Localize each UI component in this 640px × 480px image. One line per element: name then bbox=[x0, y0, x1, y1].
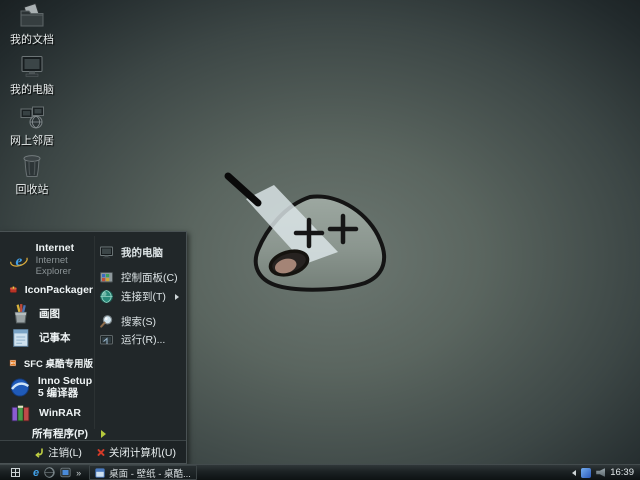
task-button-label: 桌面 - 壁纸 - 桌酷... bbox=[109, 468, 191, 480]
desktop-icon-label: 回收站 bbox=[15, 184, 49, 196]
item-label: 搜索(S) bbox=[121, 316, 156, 328]
desktop-icon-label: 网上邻居 bbox=[10, 135, 54, 147]
start-menu: e Internet Internet Explorer IconPackage… bbox=[0, 231, 187, 464]
item-label: 我的电脑 bbox=[121, 247, 163, 259]
start-menu-item-control-panel[interactable]: 控制面板(C) bbox=[99, 270, 183, 285]
task-button[interactable]: 桌面 - 壁纸 - 桌酷... bbox=[89, 465, 197, 480]
start-menu-footer: 注销(L) 关闭计算机(U) bbox=[0, 440, 186, 463]
connect-to-icon bbox=[100, 290, 113, 303]
tray-clock[interactable]: 16:39 bbox=[610, 467, 634, 478]
sfc-icon: SFC bbox=[9, 359, 17, 367]
start-menu-item-inno-setup[interactable]: Inno Setup 5 编译器 bbox=[9, 375, 93, 399]
item-label: 画图 bbox=[39, 308, 60, 320]
start-menu-item-connect-to[interactable]: 连接到(T) bbox=[99, 289, 183, 304]
shut-down-button[interactable]: 关闭计算机(U) bbox=[96, 445, 176, 460]
start-menu-item-winrar[interactable]: WinRAR bbox=[9, 401, 93, 424]
taskbar: e » 桌面 - 壁纸 - 桌酷... 16:39 bbox=[0, 464, 640, 480]
start-menu-item-iconpackager[interactable]: IconPackager bbox=[9, 278, 93, 301]
start-menu-item-search[interactable]: 搜索(S) bbox=[99, 314, 183, 329]
inno-setup-icon bbox=[10, 378, 30, 397]
desktop-icon-my-computer[interactable]: 我的电脑 bbox=[3, 52, 61, 98]
shut-down-icon bbox=[96, 448, 105, 457]
item-label: Inno Setup 5 编译器 bbox=[37, 375, 93, 400]
paint-icon bbox=[14, 304, 27, 324]
winrar-icon bbox=[11, 405, 30, 422]
run-icon bbox=[100, 335, 113, 345]
desktop-icon-recycle-bin[interactable]: 回收站 bbox=[3, 152, 61, 198]
quick-launch-ie-icon[interactable]: e bbox=[33, 467, 39, 478]
task-button-icon bbox=[95, 467, 105, 478]
start-menu-item-internet[interactable]: e Internet Internet Explorer bbox=[9, 242, 93, 277]
tray-volume-icon[interactable] bbox=[596, 468, 606, 477]
start-menu-item-sfc[interactable]: SFC SFC 桌酷专用版 bbox=[9, 352, 93, 374]
all-programs-arrow-icon bbox=[101, 429, 106, 438]
item-label: WinRAR bbox=[39, 406, 81, 419]
item-label: 运行(R)... bbox=[121, 334, 166, 346]
recycle-bin-icon bbox=[23, 155, 41, 177]
shut-down-label: 关闭计算机(U) bbox=[108, 446, 176, 459]
wallpaper-mascot bbox=[224, 172, 387, 292]
iconpackager-icon bbox=[9, 286, 17, 293]
svg-text:e: e bbox=[15, 252, 22, 269]
item-label: Internet bbox=[35, 242, 75, 254]
desktop-icon-label: 我的文档 bbox=[10, 34, 54, 46]
control-panel-icon bbox=[100, 272, 113, 283]
network-places-icon bbox=[20, 106, 44, 129]
start-menu-column-divider bbox=[94, 236, 95, 429]
log-off-icon bbox=[35, 448, 43, 458]
svg-text:SFC: SFC bbox=[11, 363, 16, 365]
tray-collapse-arrow-icon[interactable] bbox=[572, 469, 577, 476]
quick-launch-globe-icon[interactable] bbox=[44, 467, 55, 478]
log-off-label: 注销(L) bbox=[48, 446, 82, 459]
desktop[interactable]: 我的文档 我的电脑 网上邻居 回收站 e Internet Internet E… bbox=[0, 0, 640, 480]
notepad-icon bbox=[13, 329, 29, 347]
start-button[interactable] bbox=[0, 465, 30, 480]
item-sublabel: Internet Explorer bbox=[35, 255, 71, 277]
start-menu-item-my-computer[interactable]: 我的电脑 bbox=[99, 245, 183, 260]
quick-launch-bar: e bbox=[33, 467, 71, 478]
item-label: 记事本 bbox=[39, 332, 71, 344]
start-menu-all-programs[interactable]: 所有程序(P) bbox=[32, 426, 152, 441]
start-menu-item-notepad[interactable]: 记事本 bbox=[9, 326, 93, 349]
item-label: SFC 桌酷专用版 bbox=[23, 359, 93, 370]
desktop-icon-label: 我的电脑 bbox=[10, 84, 54, 96]
start-grid-icon bbox=[10, 468, 20, 477]
item-label: 连接到(T) bbox=[121, 291, 166, 303]
tray-messenger-icon[interactable] bbox=[581, 467, 592, 478]
all-programs-label: 所有程序(P) bbox=[32, 428, 88, 440]
internet-explorer-icon: e bbox=[10, 252, 28, 269]
system-tray: 16:39 bbox=[572, 467, 640, 478]
my-documents-icon bbox=[20, 2, 44, 27]
quick-launch-overflow-chevron[interactable]: » bbox=[76, 468, 81, 478]
start-menu-item-paint[interactable]: 画图 bbox=[9, 302, 93, 325]
quick-launch-app-icon[interactable] bbox=[60, 467, 71, 478]
my-computer-icon bbox=[21, 56, 43, 77]
item-label: IconPackager bbox=[24, 283, 93, 296]
desktop-icon-network-places[interactable]: 网上邻居 bbox=[3, 103, 61, 149]
my-computer-small-icon bbox=[100, 246, 113, 259]
start-menu-item-run[interactable]: 运行(R)... bbox=[99, 332, 183, 347]
desktop-icon-my-documents[interactable]: 我的文档 bbox=[3, 2, 61, 48]
log-off-button[interactable]: 注销(L) bbox=[33, 445, 82, 460]
connect-to-arrow-icon bbox=[175, 293, 179, 300]
knife-handle bbox=[224, 172, 262, 207]
item-label: 控制面板(C) bbox=[121, 272, 178, 284]
search-icon bbox=[100, 315, 113, 328]
